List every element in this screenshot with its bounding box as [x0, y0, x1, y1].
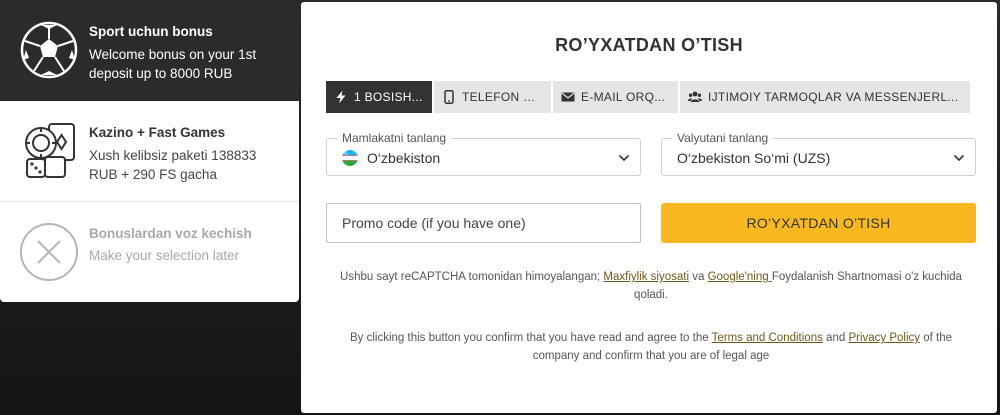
promo-code-input[interactable]: [326, 203, 641, 243]
tab-phone[interactable]: TELEFON BIL...: [434, 81, 551, 113]
recaptcha-note-text-2: va: [689, 271, 708, 283]
bonus-casino-description: Xush kelibsiz paketi 138833 RUB + 290 FS…: [89, 148, 257, 182]
uzbekistan-flag-icon: [342, 150, 358, 166]
tab-email[interactable]: E-MAIL ORQ...: [553, 81, 678, 113]
bonus-none-title: Bonuslardan voz kechish: [89, 226, 252, 241]
bonus-option-none[interactable]: Bonuslardan voz kechish Make your select…: [0, 202, 299, 302]
terms-note-text-1: By clicking this button you confirm that…: [350, 332, 712, 344]
bonus-sport-title: Sport uchun bonus: [89, 24, 213, 39]
privacy-policy-link[interactable]: Maxfiylik siyosati: [603, 271, 689, 283]
bonus-casino-title: Kazino + Fast Games: [89, 125, 226, 140]
country-select-label: Mamlakatni tanlang: [337, 131, 452, 145]
currency-select[interactable]: Valyutani tanlang O‘zbekiston So‘mi (UZS…: [661, 131, 976, 176]
country-select-value: O‘zbekiston: [367, 150, 441, 166]
registration-panel: RO’YXATDAN O’TISH 1 BOSISH... TELEFON BI…: [301, 2, 997, 413]
tab-social-label: IJTIMOIY TARMOQLAR VA MESSENJERL...: [708, 90, 959, 104]
chevron-down-icon: [953, 154, 965, 162]
currency-select-label: Valyutani tanlang: [672, 131, 774, 145]
phone-icon: [444, 90, 454, 104]
terms-note: By clicking this button you confirm that…: [326, 329, 976, 365]
tab-email-label: E-MAIL ORQ...: [581, 90, 666, 104]
tab-one-click-label: 1 BOSISH...: [354, 90, 423, 104]
close-circle-icon: [20, 223, 78, 281]
country-select[interactable]: Mamlakatni tanlang O‘zbekiston: [326, 131, 641, 176]
tab-social[interactable]: IJTIMOIY TARMOQLAR VA MESSENJERL...: [680, 81, 970, 113]
recaptcha-note: Ushbu sayt reCAPTCHA tomonidan himoyalan…: [326, 268, 976, 304]
terms-note-text-2: and: [822, 332, 849, 344]
tab-one-click[interactable]: 1 BOSISH...: [326, 81, 432, 113]
recaptcha-note-text-1: Ushbu sayt reCAPTCHA tomonidan himoyalan…: [340, 271, 604, 283]
bonus-option-casino[interactable]: Kazino + Fast Games Xush kelibsiz paketi…: [0, 101, 299, 202]
casino-chips-cards-icon: [25, 123, 75, 178]
lightning-icon: [336, 90, 346, 104]
terms-privacy-policy-link[interactable]: Privacy Policy: [848, 332, 920, 344]
bonus-option-sport[interactable]: Sport uchun bonus Welcome bonus on your …: [0, 0, 299, 101]
tab-phone-label: TELEFON BIL...: [462, 90, 543, 104]
currency-select-value: O‘zbekiston So‘mi (UZS): [677, 150, 831, 166]
people-icon: [688, 91, 702, 102]
bonus-none-description: Make your selection later: [89, 248, 240, 263]
bonus-sport-description: Welcome bonus on your 1st deposit up to …: [89, 47, 257, 81]
chevron-down-icon: [618, 154, 630, 162]
registration-title: RO’YXATDAN O’TISH: [555, 35, 743, 55]
soccer-ball-icon: [20, 21, 78, 79]
envelope-icon: [561, 92, 575, 102]
bonus-panel: Sport uchun bonus Welcome bonus on your …: [0, 0, 299, 302]
registration-method-tabs: 1 BOSISH... TELEFON BIL... E-MAIL ORQ...: [326, 81, 976, 113]
terms-and-conditions-link[interactable]: Terms and Conditions: [712, 332, 823, 344]
google-terms-link[interactable]: Google'ning: [708, 271, 772, 283]
register-button[interactable]: RO’YXATDAN O’TISH: [661, 203, 976, 243]
